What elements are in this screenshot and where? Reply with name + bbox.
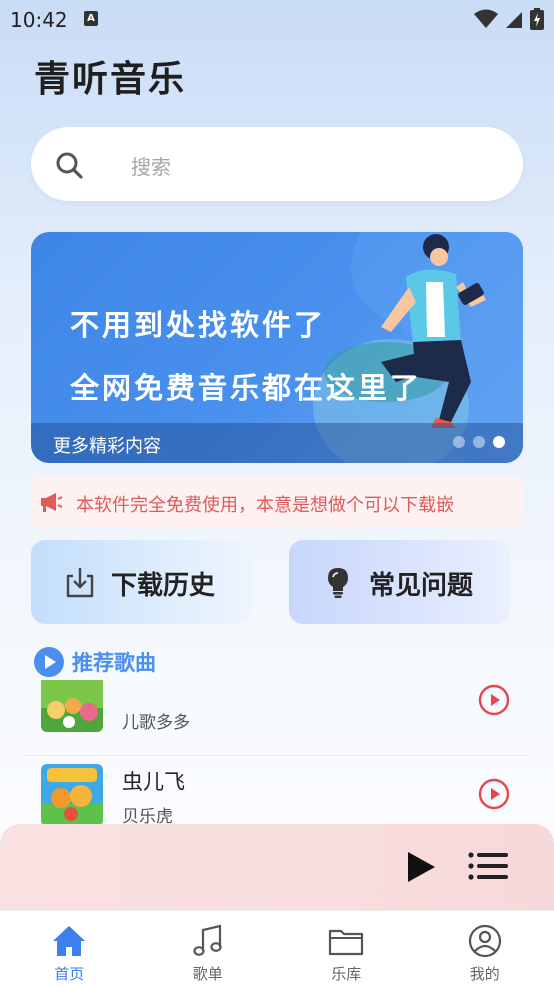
search-bar[interactable]: 搜索 [31,127,523,201]
section-title: 推荐歌曲 [72,651,156,675]
promo-banner[interactable]: 不用到处找软件了 全网免费音乐都在这里了 更多精彩内容 [31,232,523,463]
tab-home[interactable]: 首页 [0,911,139,986]
playlist-icon[interactable] [468,851,508,881]
profile-icon [468,924,501,958]
kids-cartoon-cover [41,680,103,732]
kids-cartoon-cover [41,764,103,825]
search-icon [56,152,83,179]
status-indicators [474,8,544,30]
play-circle-icon[interactable] [478,778,510,810]
banner-headline-2: 全网免费音乐都在这里了 [70,371,423,405]
song-title: 虫儿飞 [122,770,185,794]
banner-pagination [453,436,505,448]
faq-label: 常见问题 [369,571,474,601]
wifi-icon [474,9,498,28]
music-note-icon [193,924,222,956]
play-circle-icon[interactable] [478,684,510,716]
status-time: 10:42 [10,8,68,32]
play-circle-icon [34,647,64,677]
battery-icon [530,8,544,30]
mini-player[interactable] [0,824,554,910]
lightbulb-icon [328,568,348,598]
tab-label: 我的 [469,965,500,983]
megaphone-icon [41,493,63,512]
download-icon [66,568,94,598]
song-row[interactable]: 虫儿飞 贝乐虎 [24,755,530,825]
banner-dot[interactable] [473,436,485,448]
signal-icon [506,12,522,28]
banner-dot[interactable] [453,436,465,448]
banner-dot-active[interactable] [493,436,505,448]
folder-icon [329,929,364,956]
banner-footer: 更多精彩内容 [31,423,523,463]
app-title: 青听音乐 [34,59,187,100]
recommended-section-header: 推荐歌曲 [34,647,156,677]
tab-label: 首页 [54,965,85,983]
song-artist: 儿歌多多 [122,713,190,733]
status-bar: 10:42 A [0,0,554,38]
song-artist: 贝乐虎 [122,807,173,825]
play-icon[interactable] [405,850,437,884]
download-history-button[interactable]: 下载历史 [31,540,252,624]
download-history-label: 下载历史 [111,571,216,601]
tab-profile[interactable]: 我的 [416,911,554,986]
bottom-tab-bar: 首页 歌单 乐库 我的 [0,910,554,986]
tab-label: 乐库 [331,965,362,983]
faq-button[interactable]: 常见问题 [289,540,510,624]
tab-playlist[interactable]: 歌单 [139,911,278,986]
notice-bar[interactable]: 本软件完全免费使用，本意是想做个可以下载嵌 [31,476,523,528]
banner-headline-1: 不用到处找软件了 [70,308,327,342]
home-icon [53,926,86,956]
notification-icon: A [84,11,98,26]
tab-library[interactable]: 乐库 [277,911,416,986]
tab-label: 歌单 [192,965,223,983]
notice-text: 本软件完全免费使用，本意是想做个可以下载嵌 [76,495,454,516]
search-input[interactable]: 搜索 [131,151,171,180]
song-row[interactable]: 儿歌多多 [24,680,530,742]
banner-more-link[interactable]: 更多精彩内容 [53,432,161,458]
song-list[interactable]: 儿歌多多 虫儿飞 贝乐虎 [24,680,530,825]
